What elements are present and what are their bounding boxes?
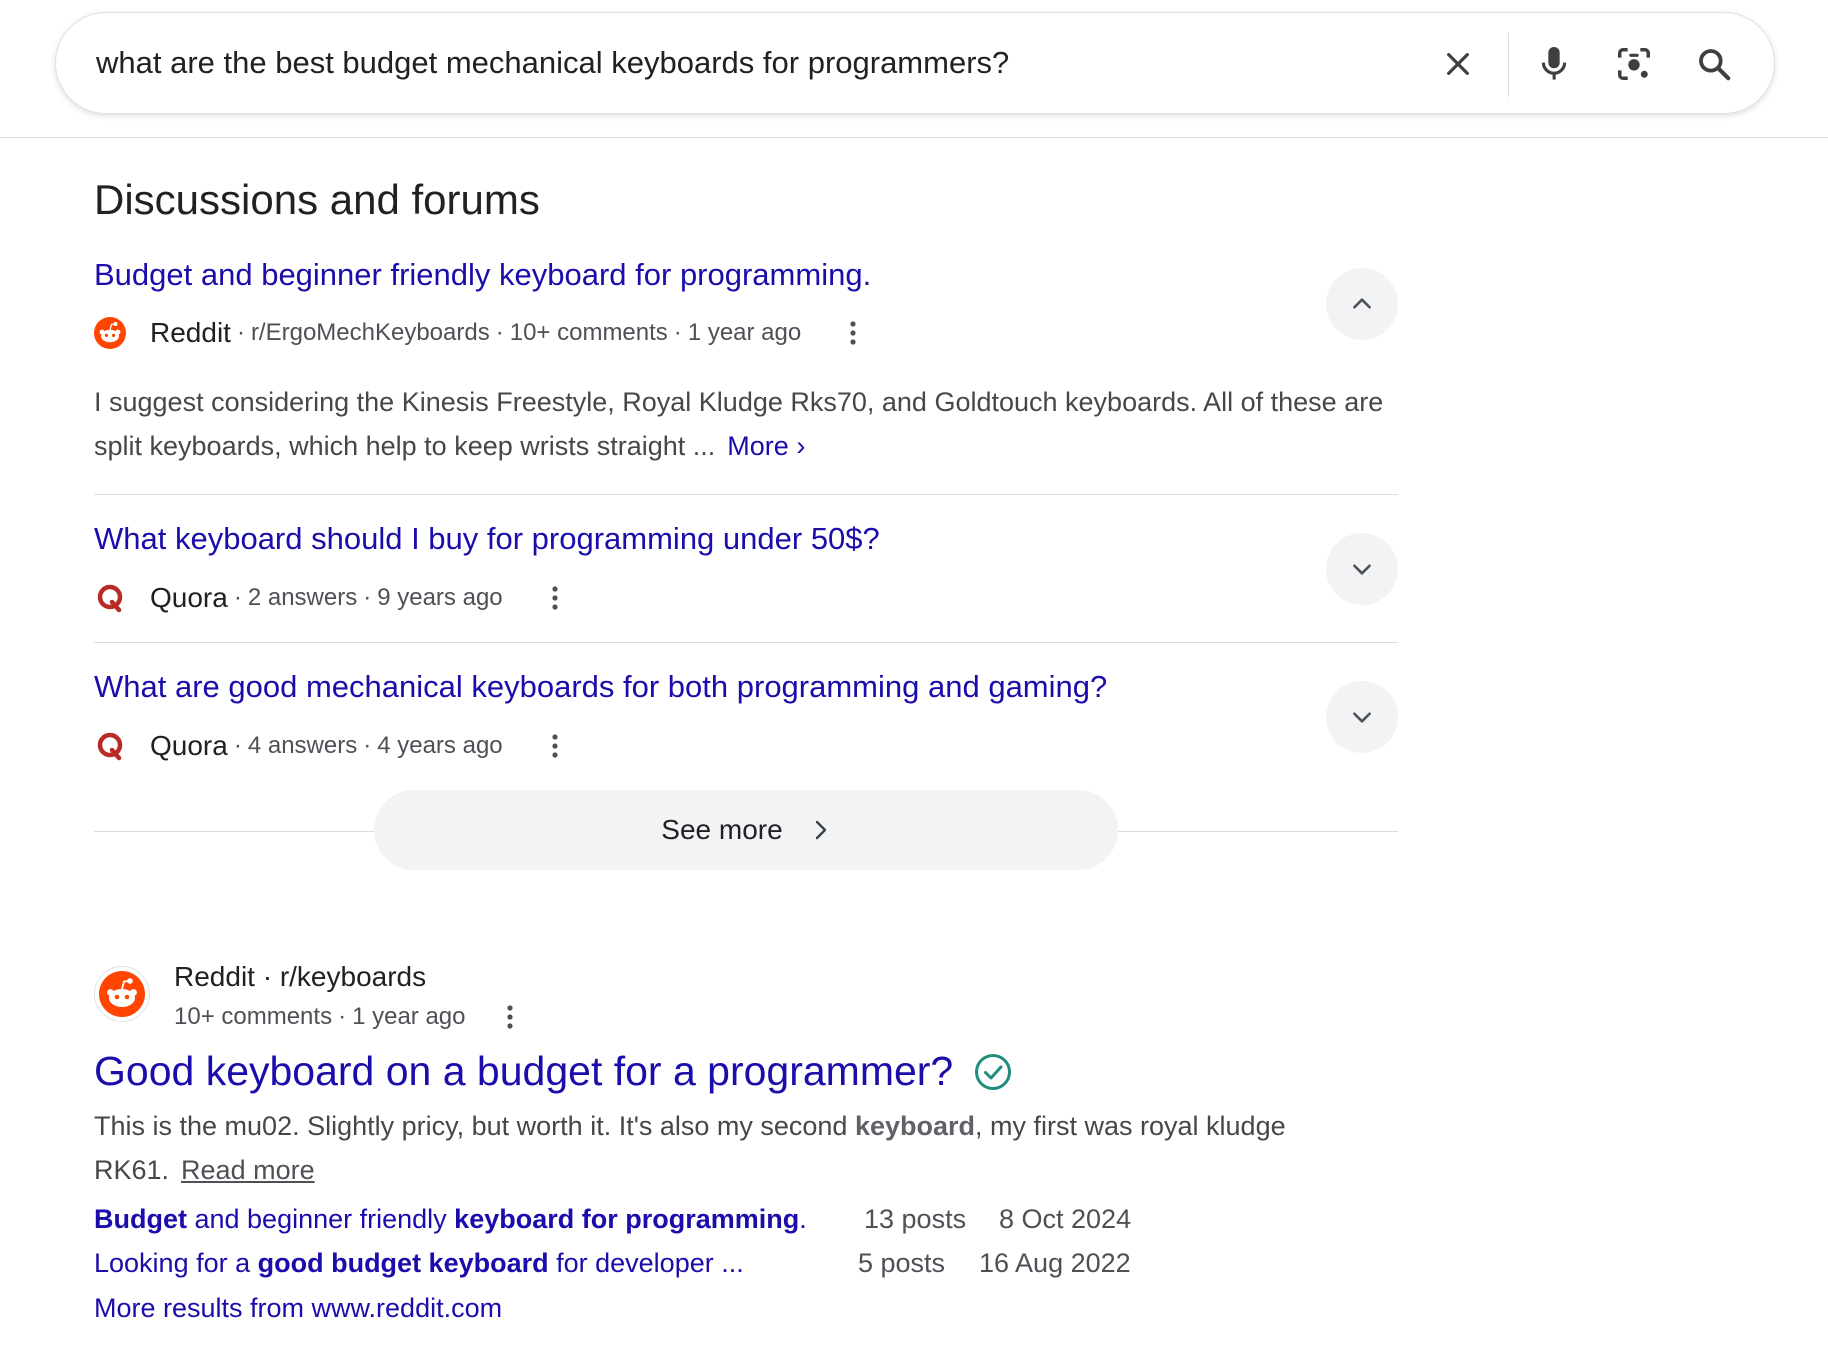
- result-source[interactable]: Reddit · r/keyboards: [174, 961, 426, 993]
- reddit-icon: [94, 317, 126, 349]
- forum-meta: Quora · 4 answers · 4 years ago: [94, 729, 569, 763]
- meta-separator: ·: [363, 584, 372, 611]
- snippet-highlight: keyboard: [854, 1111, 976, 1141]
- quora-icon: [94, 582, 126, 614]
- see-more-button[interactable]: See more: [374, 790, 1118, 870]
- result-meta: 10+ comments · 1 year ago: [174, 1000, 524, 1034]
- search-input[interactable]: [96, 39, 1456, 87]
- meta-separator: ·: [495, 319, 504, 346]
- divider: [94, 494, 1398, 495]
- forum-title-link[interactable]: What keyboard should I buy for programmi…: [94, 521, 880, 557]
- reddit-avatar: [94, 966, 150, 1022]
- more-link[interactable]: More ›: [727, 431, 805, 461]
- chevron-up-icon: [1353, 298, 1371, 309]
- sitelink[interactable]: Budget and beginner friendly keyboard fo…: [94, 1204, 807, 1234]
- sitelink-text: good budget keyboard: [257, 1248, 549, 1278]
- post-age: 4 years ago: [377, 732, 503, 759]
- post-count: 5 posts: [858, 1248, 946, 1278]
- clear-icon[interactable]: [1434, 40, 1482, 88]
- meta-separator: ·: [363, 732, 372, 759]
- forum-snippet: I suggest considering the Kinesis Freest…: [94, 380, 1404, 468]
- post-age: 1 year ago: [352, 1003, 466, 1030]
- chevron-down-icon: [1353, 712, 1371, 723]
- subreddit-name: r/ErgoMechKeyboards: [250, 319, 490, 346]
- site-name: Quora: [150, 582, 228, 613]
- chevron-right-icon: ›: [796, 431, 806, 461]
- sitelink-text: and beginner friendly: [186, 1204, 455, 1234]
- meta-separator: ·: [233, 732, 242, 759]
- sitelink-text: .: [799, 1204, 807, 1234]
- more-options-icon[interactable]: [496, 1000, 524, 1034]
- quora-icon: [94, 730, 126, 762]
- sitelink-row: Looking for a good budget keyboard for d…: [94, 1248, 1194, 1284]
- more-results-link[interactable]: More results from www.reddit.com: [94, 1293, 502, 1324]
- collapse-button[interactable]: [1326, 268, 1398, 340]
- forum-meta: Reddit · r/ErgoMechKeyboards · 10+ comme…: [94, 316, 867, 350]
- post-age: 9 years ago: [377, 584, 503, 611]
- answer-count: 2 answers: [247, 584, 358, 611]
- sitelink-text: Looking for a: [94, 1248, 258, 1278]
- forum-meta: Quora · 2 answers · 9 years ago: [94, 581, 569, 615]
- chevron-down-icon: [1353, 564, 1371, 575]
- sitelink-text: Budget: [94, 1204, 187, 1234]
- site-name: Quora: [150, 730, 228, 761]
- sitelink-text: keyboard for programming: [454, 1204, 800, 1234]
- result-snippet: This is the mu02. Slightly pricy, but wo…: [94, 1104, 1404, 1192]
- sitelink[interactable]: Looking for a good budget keyboard for d…: [94, 1248, 744, 1278]
- more-options-icon[interactable]: [541, 581, 569, 615]
- post-date: 8 Oct 2024: [999, 1204, 1132, 1234]
- chevron-right-icon: [811, 819, 831, 841]
- meta-separator: ·: [673, 319, 682, 346]
- more-label: More: [727, 431, 789, 461]
- microphone-icon[interactable]: [1530, 40, 1578, 88]
- read-more-link[interactable]: Read more: [181, 1155, 315, 1185]
- forum-title-link[interactable]: Budget and beginner friendly keyboard fo…: [94, 257, 871, 293]
- lens-camera-icon[interactable]: [1610, 40, 1658, 88]
- search-box: [55, 12, 1775, 114]
- result-title: Good keyboard on a budget for a programm…: [94, 1048, 954, 1094]
- more-options-icon[interactable]: [839, 316, 867, 350]
- more-options-icon[interactable]: [541, 729, 569, 763]
- search-icon[interactable]: [1690, 40, 1738, 88]
- expand-button[interactable]: [1326, 533, 1398, 605]
- sitelink-row: Budget and beginner friendly keyboard fo…: [94, 1204, 1194, 1240]
- expand-button[interactable]: [1326, 681, 1398, 753]
- forum-title-link[interactable]: What are good mechanical keyboards for b…: [94, 669, 1107, 705]
- sitelink-text: for developer ...: [548, 1248, 744, 1278]
- divider: [94, 831, 376, 832]
- comment-count: 10+ comments: [174, 1003, 333, 1030]
- reddit-icon: [99, 971, 145, 1017]
- see-more-label: See more: [661, 814, 783, 845]
- meta-separator: ·: [236, 319, 245, 346]
- divider: [1116, 831, 1398, 832]
- meta-separator: ·: [338, 1003, 347, 1030]
- post-date: 16 Aug 2022: [979, 1248, 1131, 1278]
- meta-separator: ·: [233, 584, 242, 611]
- post-age: 1 year ago: [687, 319, 802, 346]
- answer-count: 4 answers: [247, 732, 358, 759]
- search-header: [0, 0, 1828, 138]
- verified-answer-icon: [973, 1052, 1013, 1092]
- site-name: Reddit: [150, 317, 231, 348]
- divider: [94, 642, 1398, 643]
- post-count: 13 posts: [864, 1204, 967, 1234]
- section-heading: Discussions and forums: [94, 176, 540, 223]
- comment-count: 10+ comments: [509, 319, 668, 346]
- search-box-divider: [1508, 33, 1509, 97]
- snippet-text: This is the mu02. Slightly pricy, but wo…: [94, 1111, 855, 1141]
- result-title-link[interactable]: Good keyboard on a budget for a programm…: [94, 1048, 1013, 1095]
